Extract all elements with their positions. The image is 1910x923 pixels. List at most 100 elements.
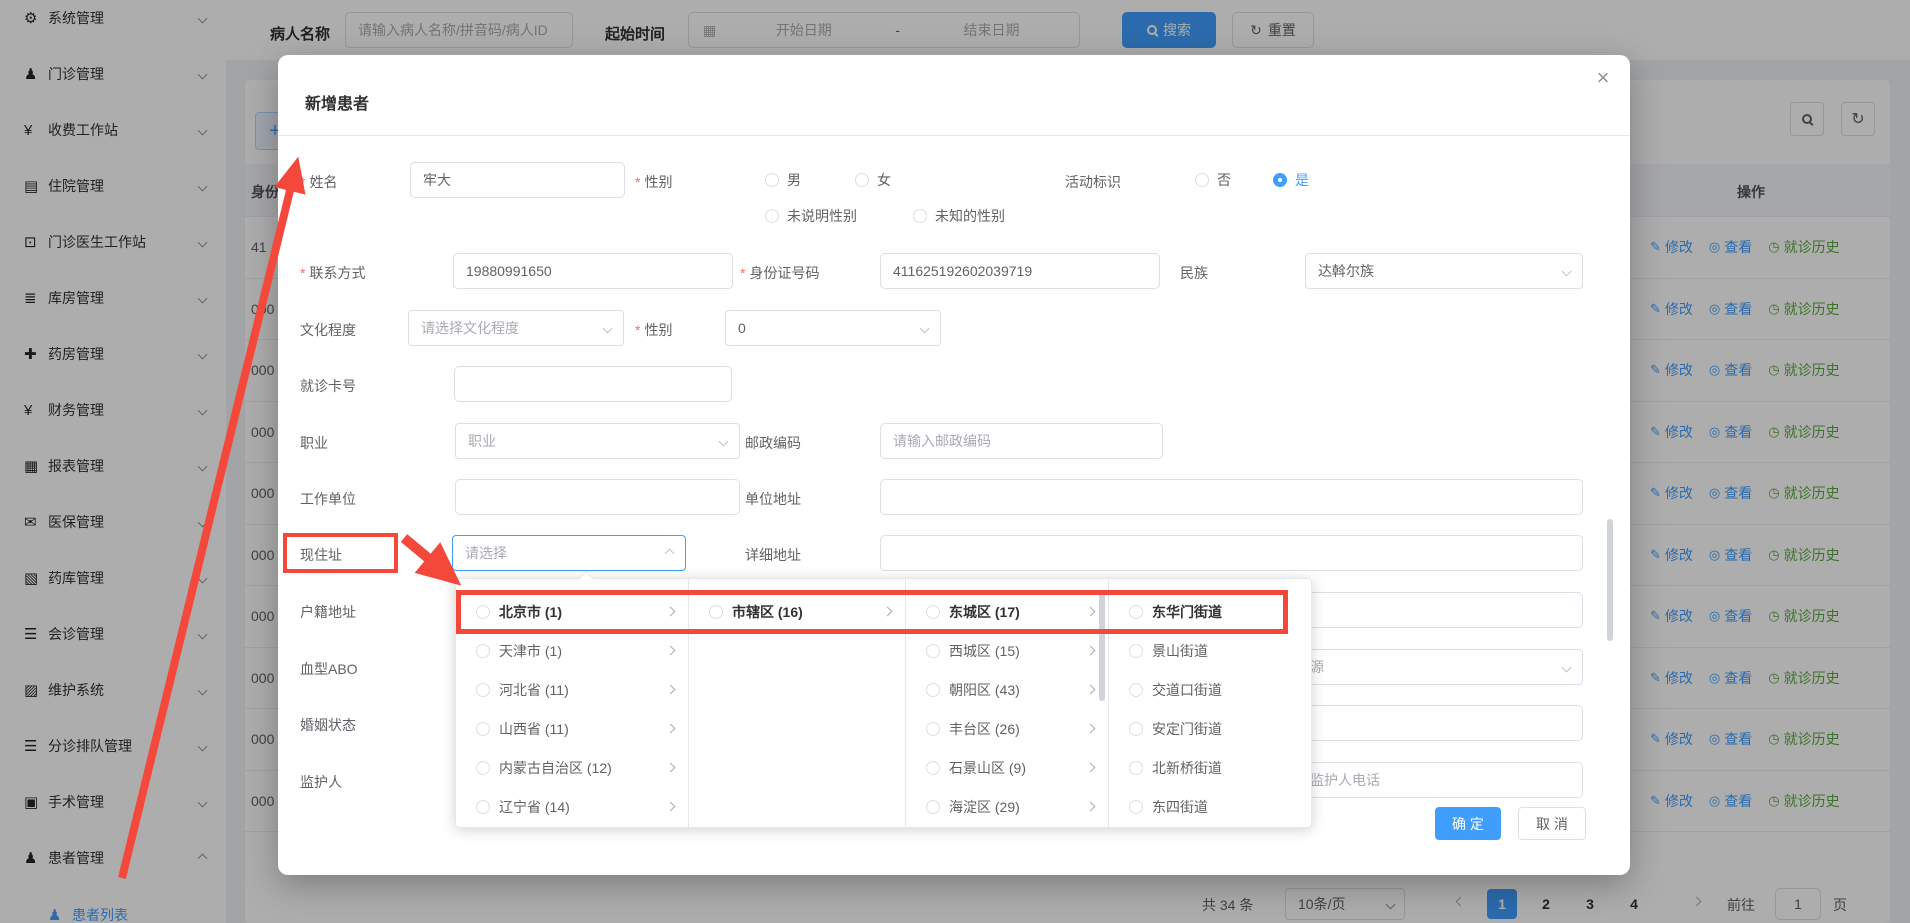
- cascader-option[interactable]: 交道口街道: [1109, 670, 1313, 709]
- chevron-right-icon: [666, 724, 676, 734]
- contact-label: 联系方式: [300, 263, 365, 283]
- radio-icon[interactable]: [1129, 644, 1143, 658]
- name-input[interactable]: [410, 162, 625, 198]
- gender-label: 性别: [635, 172, 672, 192]
- gender-female-radio[interactable]: 女: [855, 170, 891, 190]
- radio-icon[interactable]: [1129, 761, 1143, 775]
- current-address-label: 现住址: [300, 545, 342, 565]
- radio-icon[interactable]: [926, 800, 940, 814]
- dialog-title: 新增患者: [305, 90, 369, 114]
- employer-input[interactable]: [455, 479, 740, 515]
- occupation-select[interactable]: 职业: [455, 423, 740, 459]
- cascader-option[interactable]: 东四街道: [1109, 787, 1313, 826]
- column-scrollbar[interactable]: [1099, 591, 1105, 701]
- radio-icon[interactable]: [476, 722, 490, 736]
- radio-icon[interactable]: [1129, 722, 1143, 736]
- address-cascader-dropdown: 北京市 (1) 天津市 (1) 河北省 (11) 山西省 (11) 内蒙: [455, 578, 1312, 828]
- gender-male-radio[interactable]: 男: [765, 170, 801, 190]
- close-icon[interactable]: ×: [1590, 65, 1616, 91]
- education-select[interactable]: 请选择文化程度: [408, 310, 624, 346]
- registered-address-label: 户籍地址: [300, 602, 356, 622]
- radio-icon[interactable]: [926, 605, 940, 619]
- radio-icon[interactable]: [926, 722, 940, 736]
- radio-icon: [765, 209, 779, 223]
- detail-address-label: 详细地址: [745, 545, 801, 565]
- radio-icon[interactable]: [476, 644, 490, 658]
- cascader-option[interactable]: 景山街道: [1109, 631, 1313, 670]
- cascader-option[interactable]: 安定门街道: [1109, 709, 1313, 748]
- employer-address-input[interactable]: [880, 479, 1583, 515]
- cascader-city-column: 市辖区 (16): [689, 579, 906, 827]
- cascader-option[interactable]: 北新桥街道: [1109, 748, 1313, 787]
- detail-address-input[interactable]: [880, 535, 1583, 571]
- app-screen: ⚙ 系统管理 ♟ 门诊管理 ¥ 收费工作站 ▤ 住院管理 ⊡: [0, 0, 1910, 923]
- active-flag-label: 活动标识: [1065, 172, 1121, 192]
- modal-scrollbar[interactable]: [1607, 519, 1613, 641]
- chevron-right-icon: [666, 685, 676, 695]
- chevron-right-icon: [1086, 763, 1096, 773]
- radio-icon: [1195, 173, 1209, 187]
- chevron-down-icon: [603, 323, 613, 333]
- chevron-right-icon: [666, 802, 676, 812]
- chevron-right-icon: [1086, 802, 1096, 812]
- confirm-button[interactable]: 确 定: [1435, 807, 1501, 840]
- chevron-right-icon: [666, 763, 676, 773]
- chevron-right-icon: [883, 607, 893, 617]
- blood-type-label: 血型ABO: [300, 659, 358, 679]
- cascader-option[interactable]: 内蒙古自治区 (12): [456, 748, 688, 787]
- active-no-radio[interactable]: 否: [1195, 170, 1231, 190]
- id-number-input[interactable]: [880, 253, 1160, 289]
- radio-icon: [855, 173, 869, 187]
- chevron-right-icon: [1086, 724, 1096, 734]
- chevron-right-icon: [1086, 646, 1096, 656]
- card-number-label: 就诊卡号: [300, 376, 356, 396]
- cascader-option[interactable]: 辽宁省 (14): [456, 787, 688, 826]
- cascader-district-column: 东城区 (17) 西城区 (15) 朝阳区 (43) 丰台区 (26): [906, 579, 1109, 827]
- radio-icon[interactable]: [1129, 683, 1143, 697]
- card-number-input[interactable]: [454, 366, 732, 402]
- chevron-right-icon: [1086, 685, 1096, 695]
- contact-input[interactable]: [453, 253, 733, 289]
- cascader-option[interactable]: 石景山区 (9): [906, 748, 1108, 787]
- radio-icon[interactable]: [709, 605, 723, 619]
- ethnicity-label: 民族: [1180, 263, 1208, 283]
- chevron-right-icon: [666, 646, 676, 656]
- radio-icon[interactable]: [476, 800, 490, 814]
- postal-input[interactable]: [880, 423, 1163, 459]
- occupation-label: 职业: [300, 433, 328, 453]
- cancel-button[interactable]: 取 消: [1518, 807, 1586, 840]
- radio-icon[interactable]: [926, 761, 940, 775]
- name-label: 姓名: [300, 172, 337, 192]
- chevron-right-icon: [666, 607, 676, 617]
- cascader-option[interactable]: 东城区 (17): [906, 592, 1108, 631]
- employer-label: 工作单位: [300, 489, 356, 509]
- current-address-cascader[interactable]: 请选择: [452, 535, 686, 571]
- cascader-option[interactable]: 朝阳区 (43): [906, 670, 1108, 709]
- gender-unexplained-radio[interactable]: 未说明性别: [765, 206, 857, 226]
- radio-checked-icon: [1273, 173, 1287, 187]
- ethnicity-select[interactable]: 达斡尔族: [1305, 253, 1583, 289]
- cascader-option[interactable]: 山西省 (11): [456, 709, 688, 748]
- radio-icon[interactable]: [1129, 800, 1143, 814]
- radio-icon[interactable]: [1129, 605, 1143, 619]
- cascader-option[interactable]: 天津市 (1): [456, 631, 688, 670]
- cascader-option[interactable]: 市辖区 (16): [689, 592, 905, 631]
- cascader-option[interactable]: 东华门街道: [1109, 592, 1313, 631]
- radio-icon[interactable]: [476, 605, 490, 619]
- cascader-option[interactable]: 西城区 (15): [906, 631, 1108, 670]
- cascader-option[interactable]: 河北省 (11): [456, 670, 688, 709]
- chevron-up-icon: [665, 548, 675, 558]
- chevron-right-icon: [1086, 607, 1096, 617]
- cascader-option[interactable]: 北京市 (1): [456, 592, 688, 631]
- cascader-option[interactable]: 丰台区 (26): [906, 709, 1108, 748]
- gender2-select[interactable]: 0: [725, 310, 941, 346]
- active-yes-radio[interactable]: 是: [1273, 170, 1309, 190]
- cascader-province-column: 北京市 (1) 天津市 (1) 河北省 (11) 山西省 (11) 内蒙: [456, 579, 689, 827]
- cascader-option[interactable]: 海淀区 (29): [906, 787, 1108, 826]
- gender-unknown-radio[interactable]: 未知的性别: [913, 206, 1005, 226]
- radio-icon[interactable]: [926, 644, 940, 658]
- radio-icon[interactable]: [476, 683, 490, 697]
- radio-icon: [765, 173, 779, 187]
- radio-icon[interactable]: [926, 683, 940, 697]
- radio-icon[interactable]: [476, 761, 490, 775]
